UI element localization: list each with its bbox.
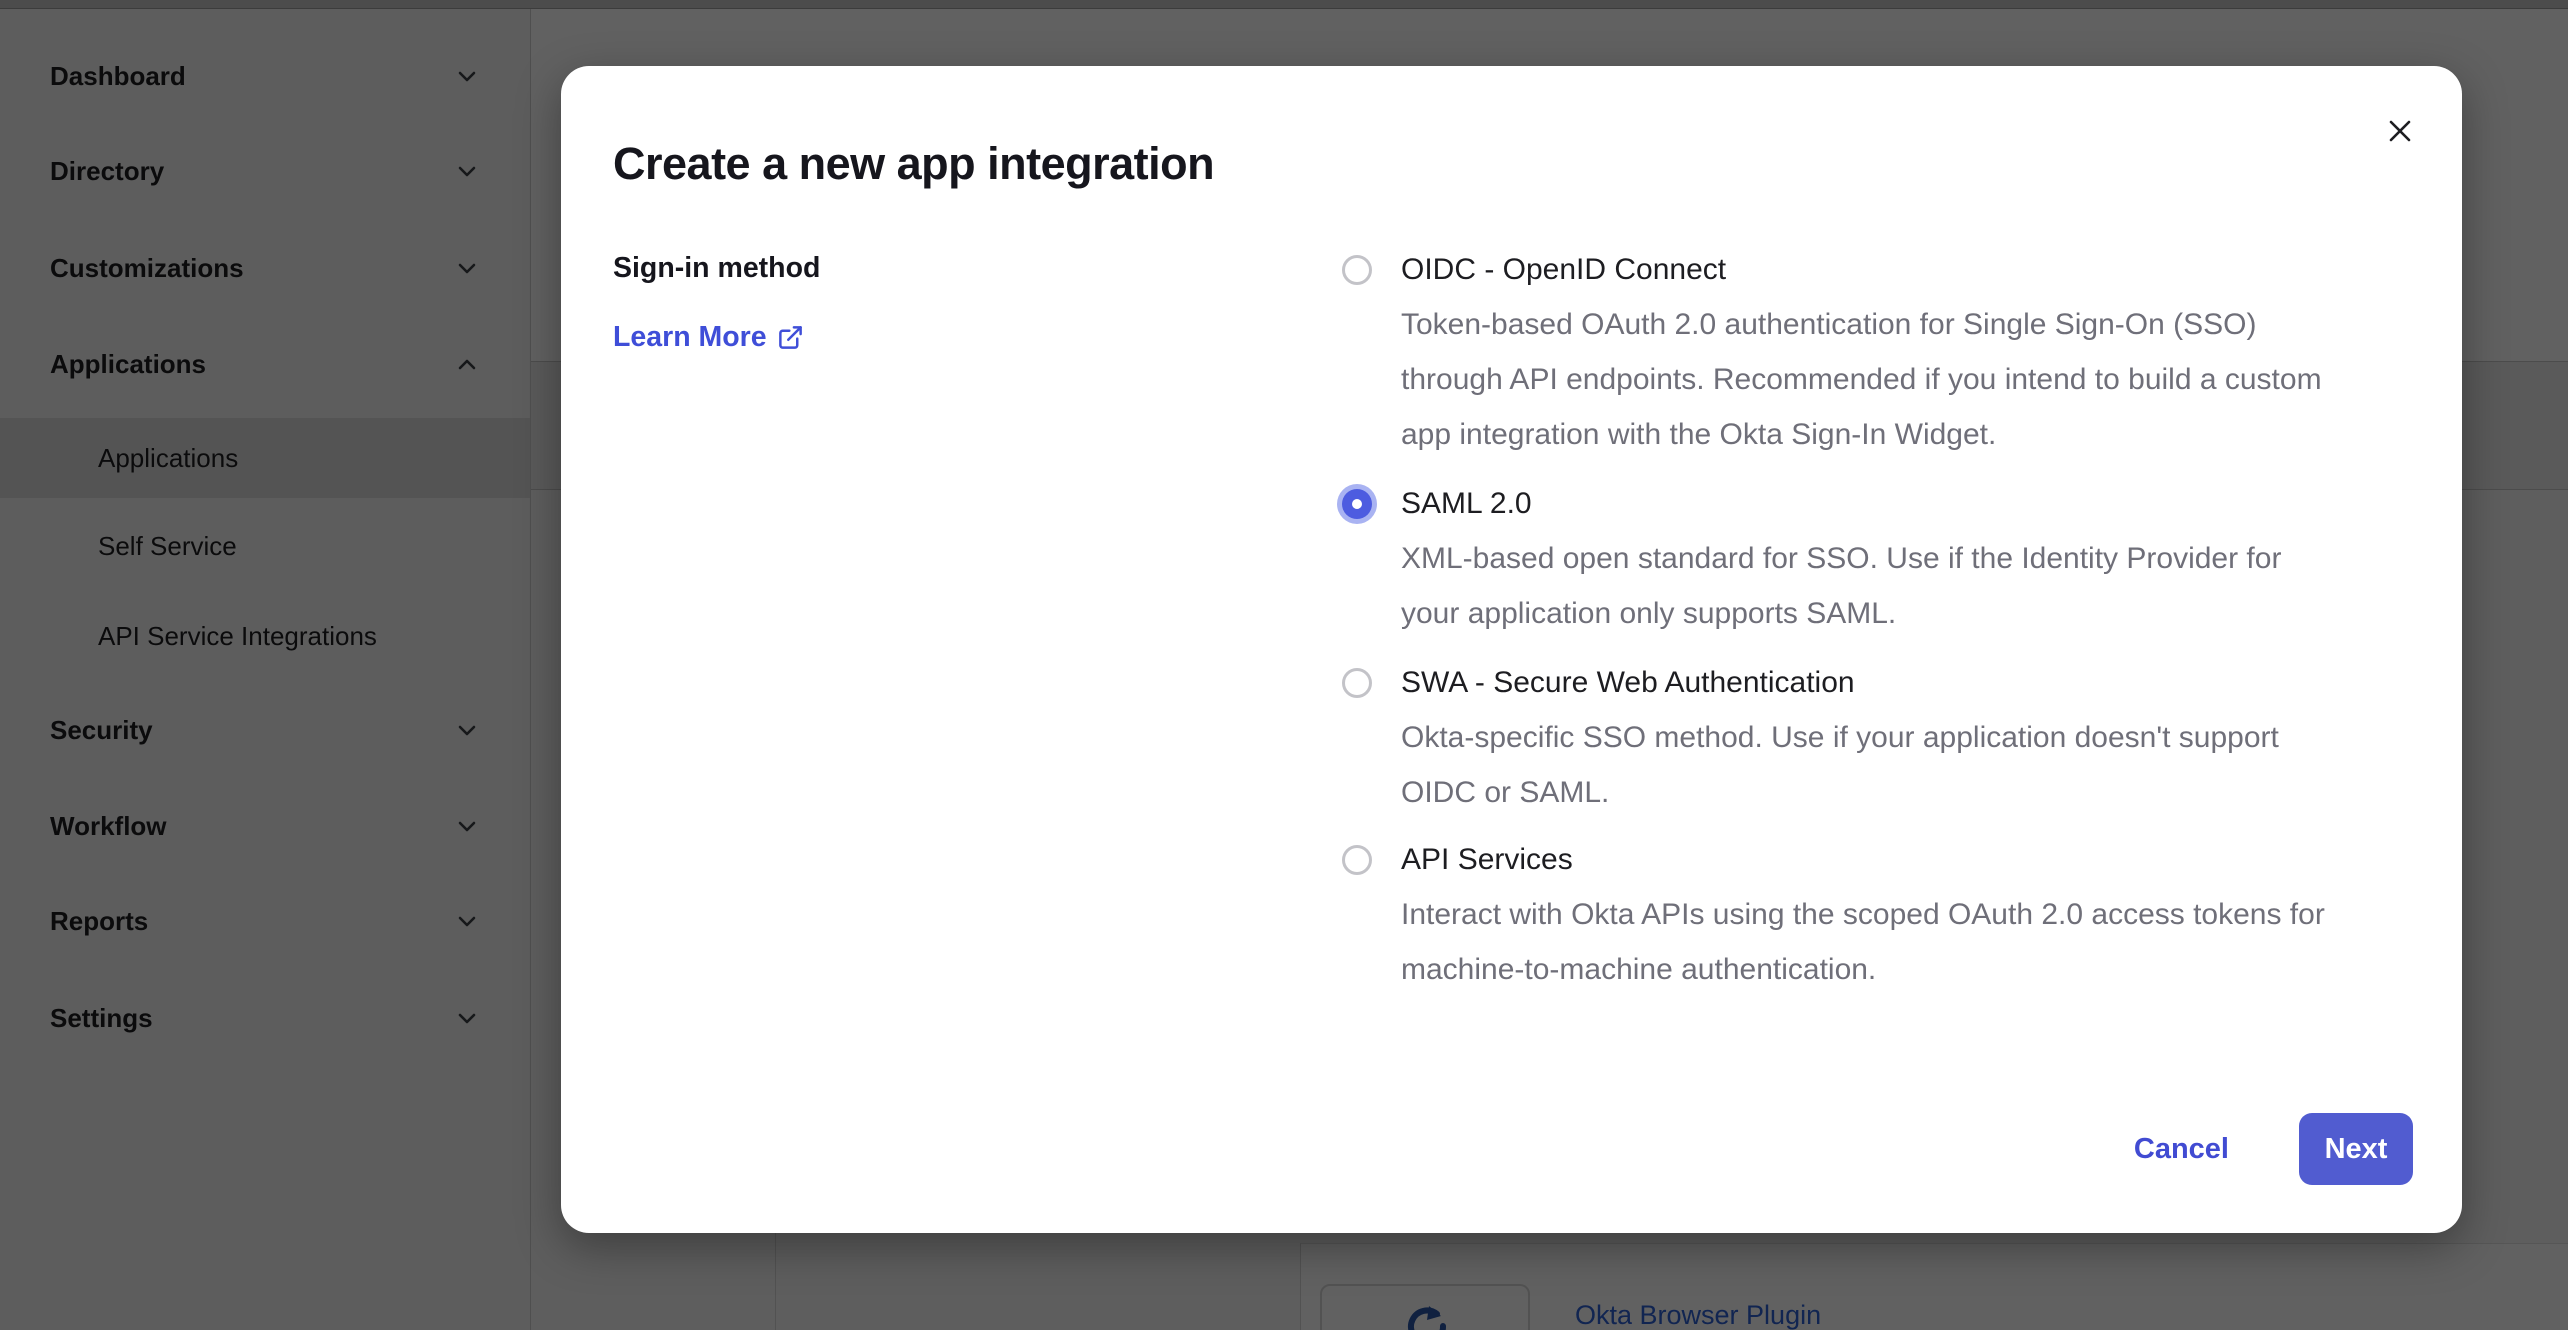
learn-more-label: Learn More bbox=[613, 321, 767, 354]
description-line: Token-based OAuth 2.0 authentication for… bbox=[1401, 297, 2322, 352]
close-icon bbox=[2382, 113, 2418, 149]
description-line: OIDC or SAML. bbox=[1401, 765, 2279, 820]
description-line: Interact with Okta APIs using the scoped… bbox=[1401, 887, 2325, 942]
option-description: Interact with Okta APIs using the scoped… bbox=[1401, 887, 2325, 997]
option-label[interactable]: OIDC - OpenID Connect bbox=[1401, 243, 2322, 297]
description-line: through API endpoints. Recommended if yo… bbox=[1401, 352, 2322, 407]
modal-title: Create a new app integration bbox=[613, 138, 1214, 190]
description-line: app integration with the Okta Sign-In Wi… bbox=[1401, 407, 2322, 462]
option-description: Okta-specific SSO method. Use if your ap… bbox=[1401, 710, 2279, 820]
description-line: your application only supports SAML. bbox=[1401, 586, 2281, 641]
description-line: Okta-specific SSO method. Use if your ap… bbox=[1401, 710, 2279, 765]
option-description: XML-based open standard for SSO. Use if … bbox=[1401, 531, 2281, 641]
option-description: Token-based OAuth 2.0 authentication for… bbox=[1401, 297, 2322, 462]
create-app-integration-modal: Create a new app integration Sign-in met… bbox=[561, 66, 2462, 1233]
radio-api-services[interactable] bbox=[1342, 845, 1372, 875]
option-label[interactable]: API Services bbox=[1401, 833, 2325, 887]
option-label[interactable]: SWA - Secure Web Authentication bbox=[1401, 656, 2279, 710]
option-saml: SAML 2.0 XML-based open standard for SSO… bbox=[1342, 477, 2281, 641]
description-line: machine-to-machine authentication. bbox=[1401, 942, 2325, 997]
learn-more-link[interactable]: Learn More bbox=[613, 321, 804, 354]
next-button[interactable]: Next bbox=[2299, 1113, 2413, 1185]
option-api-services: API Services Interact with Okta APIs usi… bbox=[1342, 833, 2325, 997]
option-label[interactable]: SAML 2.0 bbox=[1401, 477, 2281, 531]
sign-in-method-label: Sign-in method bbox=[613, 252, 820, 285]
radio-swa[interactable] bbox=[1342, 668, 1372, 698]
okta-admin-app: Dashboard Directory Customizations Appli… bbox=[0, 0, 2568, 1330]
modal-footer: Cancel Next bbox=[2134, 1113, 2413, 1185]
description-line: XML-based open standard for SSO. Use if … bbox=[1401, 531, 2281, 586]
radio-saml-selected[interactable] bbox=[1342, 489, 1372, 519]
option-swa: SWA - Secure Web Authentication Okta-spe… bbox=[1342, 656, 2279, 820]
close-button[interactable] bbox=[2376, 107, 2424, 155]
radio-oidc[interactable] bbox=[1342, 255, 1372, 285]
cancel-button[interactable]: Cancel bbox=[2134, 1133, 2229, 1166]
option-oidc: OIDC - OpenID Connect Token-based OAuth … bbox=[1342, 243, 2322, 462]
external-link-icon bbox=[777, 324, 804, 351]
